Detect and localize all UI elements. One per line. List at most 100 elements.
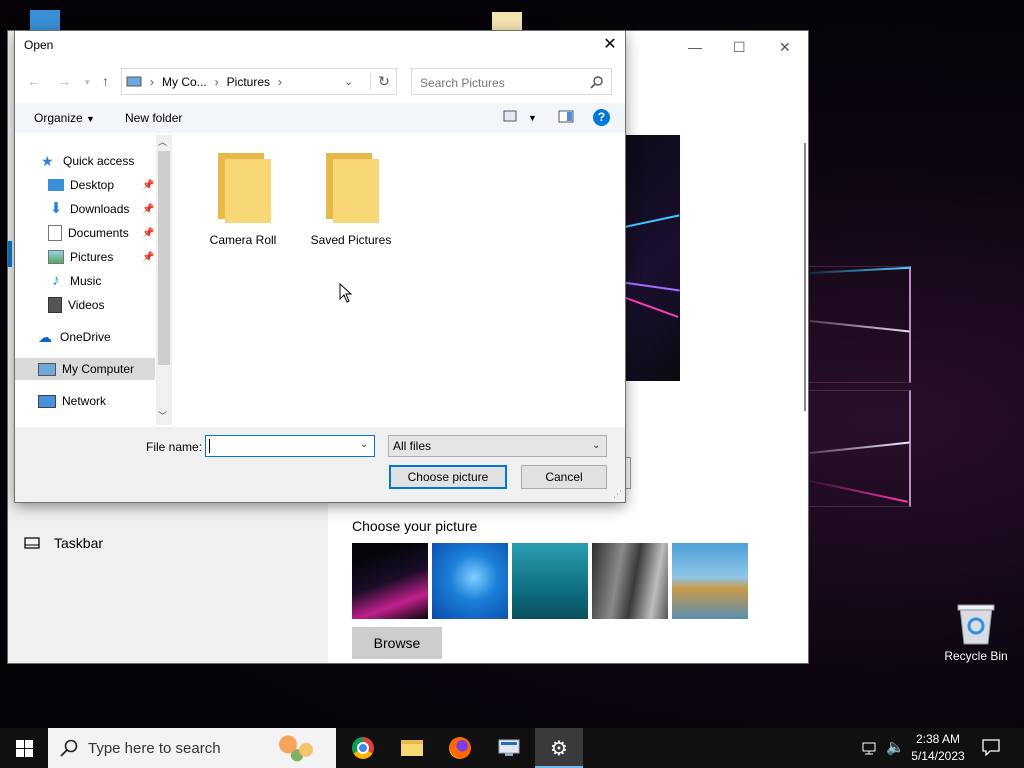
- nav-item-documents[interactable]: Documents 📌: [48, 222, 172, 244]
- resize-grip-icon[interactable]: ⋰: [613, 489, 622, 500]
- refresh-icon[interactable]: ↻: [370, 73, 397, 90]
- nav-item-pictures[interactable]: Pictures 📌: [48, 246, 172, 268]
- nav-label: Documents: [68, 226, 129, 240]
- maximize-icon[interactable]: ☐: [733, 39, 746, 56]
- network-app-logo: [498, 739, 520, 756]
- up-icon[interactable]: ↑: [102, 73, 109, 89]
- folder-camera-roll[interactable]: Camera Roll: [198, 153, 288, 247]
- music-icon: ♪: [52, 272, 60, 289]
- scroll-down-icon[interactable]: ﹀: [158, 409, 167, 422]
- choose-picture-title: Choose your picture: [352, 518, 478, 534]
- network-app-icon[interactable]: [485, 728, 533, 768]
- desktop-icon-file[interactable]: [492, 12, 522, 30]
- back-icon[interactable]: ←: [27, 73, 41, 89]
- file-name-caret: [209, 439, 210, 453]
- command-bar: Organize ▼ New folder ▼ ?: [15, 103, 625, 133]
- search-icon: [590, 76, 603, 89]
- picture-thumbnail[interactable]: [512, 543, 588, 619]
- picture-thumbnail[interactable]: [352, 543, 428, 619]
- folder-front: [333, 159, 379, 223]
- dialog-footer: File name: ⌄ All files ⌄ Choose picture …: [15, 427, 625, 502]
- folder-icon: [215, 153, 271, 223]
- settings-scrollbar[interactable]: [804, 143, 806, 411]
- dialog-title: Open: [24, 38, 54, 52]
- organize-button[interactable]: Organize ▼: [34, 111, 95, 125]
- file-name-field[interactable]: ⌄: [205, 435, 375, 457]
- view-dropdown-icon[interactable]: ▼: [528, 113, 537, 123]
- address-dropdown-icon[interactable]: ⌄: [344, 75, 353, 88]
- search-box[interactable]: [411, 68, 612, 95]
- open-dialog: Open ✕ ← → ▾ ↑ › My Co... › Pictures › ⌄…: [15, 31, 625, 502]
- preview-pane-icon[interactable]: [558, 110, 574, 126]
- nav-label: My Computer: [62, 362, 135, 376]
- network-icon: [38, 394, 56, 408]
- file-explorer-icon[interactable]: [388, 728, 436, 768]
- nav-label: Downloads: [70, 202, 130, 216]
- recycle-bin[interactable]: Recycle Bin: [940, 602, 1012, 663]
- recycle-bin-label: Recycle Bin: [944, 649, 1008, 663]
- close-icon[interactable]: ✕: [599, 34, 621, 56]
- pin-icon: 📌: [142, 203, 155, 215]
- file-type-select[interactable]: All files ⌄: [388, 435, 607, 457]
- help-icon[interactable]: ?: [593, 109, 610, 126]
- preview-beam: [617, 294, 679, 318]
- choose-picture-button[interactable]: Choose picture: [389, 465, 507, 489]
- network-status-icon[interactable]: [862, 740, 880, 759]
- recent-locations-icon[interactable]: ▾: [85, 77, 90, 88]
- computer-icon: [126, 76, 142, 86]
- firefox-icon[interactable]: [436, 728, 484, 768]
- address-bar[interactable]: › My Co... › Pictures › ⌄ ↻: [121, 68, 397, 95]
- picture-thumbnail[interactable]: [432, 543, 508, 619]
- file-name-input[interactable]: [209, 438, 353, 456]
- view-options-icon[interactable]: [503, 110, 517, 125]
- nav-my-computer[interactable]: My Computer: [15, 358, 155, 380]
- taskbar: Type here to search ⚙ 🔈 2:38 AM 5/14/202…: [0, 728, 1024, 768]
- nav-item-downloads[interactable]: ⬇ Downloads 📌: [48, 198, 172, 220]
- breadcrumb-item[interactable]: My Co...: [162, 75, 207, 89]
- chevron-down-icon: ⌄: [592, 440, 601, 451]
- recycle-bin-icon: [957, 604, 995, 645]
- folder-label: Saved Pictures: [310, 233, 392, 247]
- star-icon: ★: [41, 153, 54, 169]
- nav-network[interactable]: Network: [38, 390, 106, 412]
- search-icon: [60, 739, 78, 757]
- scroll-up-icon[interactable]: ︿: [158, 135, 167, 148]
- breadcrumb-separator: ›: [150, 74, 154, 89]
- computer-icon: [38, 362, 56, 376]
- start-button[interactable]: [0, 728, 48, 768]
- desktop-icon-folder[interactable]: [30, 10, 60, 30]
- chevron-down-icon: ▼: [86, 114, 95, 124]
- nav-label: Pictures: [70, 250, 114, 264]
- chevron-down-icon[interactable]: ⌄: [360, 439, 368, 450]
- picture-thumbnail[interactable]: [672, 543, 748, 619]
- sidebar-item-taskbar[interactable]: Taskbar: [24, 535, 103, 551]
- file-list: Camera Roll Saved Pictures: [175, 133, 625, 427]
- search-input[interactable]: [418, 73, 587, 92]
- volume-icon[interactable]: 🔈: [886, 738, 905, 756]
- notifications-icon[interactable]: [982, 739, 1000, 759]
- nav-onedrive[interactable]: ☁ OneDrive: [38, 326, 111, 348]
- picture-thumbnail[interactable]: [592, 543, 668, 619]
- minimize-icon[interactable]: —: [688, 39, 702, 55]
- close-icon[interactable]: ✕: [779, 39, 791, 56]
- pin-icon: 📌: [142, 179, 155, 191]
- nav-item-desktop[interactable]: Desktop 📌: [48, 174, 172, 196]
- browse-button[interactable]: Browse: [352, 627, 442, 659]
- taskbar-search[interactable]: Type here to search: [48, 728, 336, 768]
- settings-icon[interactable]: ⚙: [535, 728, 583, 768]
- chrome-icon[interactable]: [339, 728, 387, 768]
- nav-label: Music: [70, 274, 102, 288]
- gear-icon: ⚙: [550, 737, 568, 760]
- folder-icon: [323, 153, 379, 223]
- nav-item-music[interactable]: ♪ Music: [48, 270, 101, 292]
- folder-saved-pictures[interactable]: Saved Pictures: [306, 153, 396, 247]
- scrollbar-thumb[interactable]: [158, 151, 170, 365]
- nav-label: Desktop: [70, 178, 115, 192]
- taskbar-clock[interactable]: 2:38 AM 5/14/2023: [908, 731, 968, 765]
- nav-quick-access[interactable]: ★ Quick access: [41, 150, 134, 172]
- nav-item-videos[interactable]: Videos: [48, 294, 104, 316]
- breadcrumb-item[interactable]: Pictures: [227, 75, 270, 89]
- forward-icon[interactable]: →: [57, 73, 71, 89]
- cancel-button[interactable]: Cancel: [521, 465, 607, 489]
- new-folder-button[interactable]: New folder: [125, 111, 182, 125]
